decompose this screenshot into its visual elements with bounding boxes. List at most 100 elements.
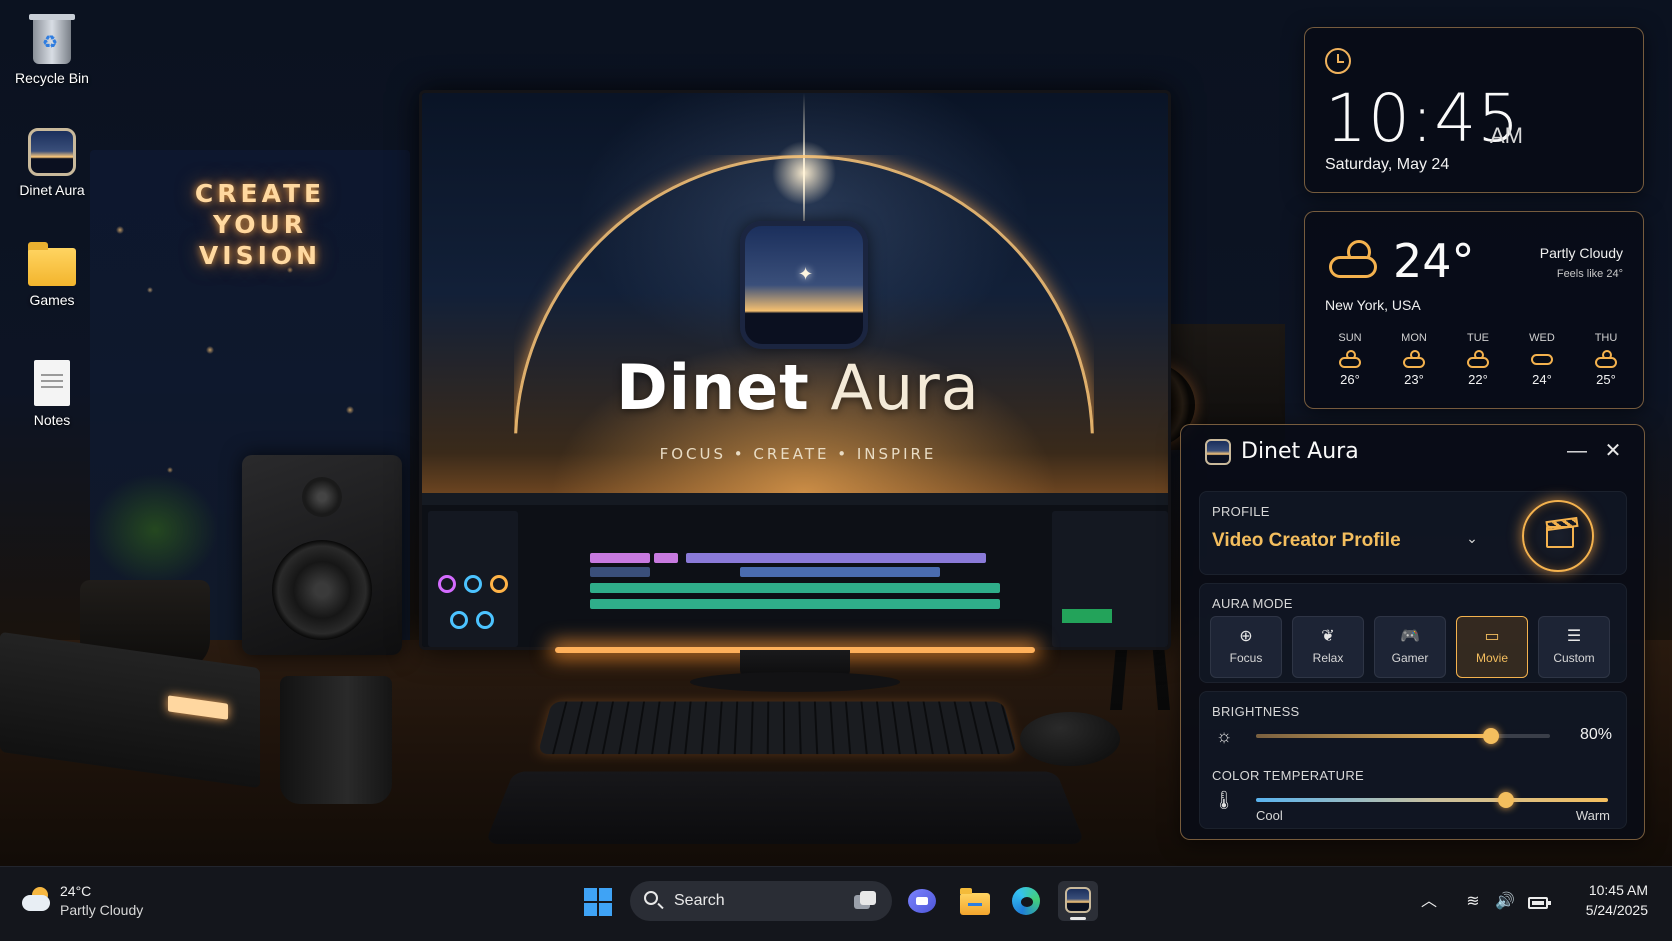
coffee-mug xyxy=(280,676,392,804)
weather-temp: 24° xyxy=(1393,234,1475,288)
brightness-slider-row: ☼ 80% xyxy=(1212,724,1612,748)
profile-ring-button[interactable] xyxy=(1522,500,1594,572)
notes-file-icon xyxy=(34,360,70,406)
forecast-day-label: MON xyxy=(1389,332,1439,344)
display-sliders-section: BRIGHTNESS ☼ 80% COLOR TEMPERATURE 🌡 Coo… xyxy=(1199,691,1627,829)
warm-label: Warm xyxy=(1576,808,1610,823)
cloudy-icon xyxy=(1530,350,1554,368)
mode-label: Custom xyxy=(1539,651,1609,665)
forecast-day-label: SUN xyxy=(1325,332,1375,344)
brightness-slider-thumb[interactable] xyxy=(1483,728,1499,744)
forecast-day-label: TUE xyxy=(1453,332,1503,344)
profile-section: PROFILE Video Creator Profile ⌄ xyxy=(1199,491,1627,575)
forecast-day: SUN 26° xyxy=(1325,332,1375,387)
mouse xyxy=(1020,712,1120,766)
monitor: ✦ Dinet Aura FOCUS • CREATE • INSPIRE xyxy=(419,90,1171,650)
forecast-day: MON 23° xyxy=(1389,332,1439,387)
file-explorer-icon[interactable] xyxy=(954,881,994,921)
clock-widget[interactable]: 10:45 AM Saturday, May 24 xyxy=(1304,27,1644,193)
forecast-day-label: WED xyxy=(1517,332,1567,344)
task-view-icon[interactable] xyxy=(854,891,878,911)
monitor-tagline: FOCUS • CREATE • INSPIRE xyxy=(422,445,1171,463)
keyboard xyxy=(538,701,1018,754)
desktop-icon-games[interactable]: Games xyxy=(8,242,96,308)
focus-icon: ⊕ xyxy=(1211,627,1281,647)
mode-relax-button[interactable]: ❦ Relax xyxy=(1292,616,1364,678)
dinet-aura-taskbar-icon[interactable] xyxy=(1058,881,1098,921)
forecast-temp: 25° xyxy=(1581,372,1631,387)
minimize-button[interactable]: — xyxy=(1562,437,1592,465)
mode-movie-button[interactable]: ▭ Movie xyxy=(1456,616,1528,678)
mode-custom-button[interactable]: ☰ Custom xyxy=(1538,616,1610,678)
video-editor-screen xyxy=(422,493,1171,650)
weather-widget[interactable]: 24° Partly Cloudy Feels like 24° New Yor… xyxy=(1304,211,1644,409)
chevron-down-icon[interactable]: ⌄ xyxy=(1462,528,1482,548)
mode-gamer-button[interactable]: 🎮 Gamer xyxy=(1374,616,1446,678)
taskbar-search[interactable]: Search xyxy=(630,881,892,921)
edge-browser-icon[interactable] xyxy=(1006,881,1046,921)
taskbar-weather-icon[interactable] xyxy=(22,885,52,915)
close-button[interactable]: ✕ xyxy=(1598,437,1628,465)
forecast-day: THU 25° xyxy=(1581,332,1631,387)
neon-sign: CREATE YOUR VISION xyxy=(190,178,330,271)
clock-ampm: AM xyxy=(1490,123,1523,149)
forecast-temp: 23° xyxy=(1389,372,1439,387)
battery-icon[interactable] xyxy=(1528,897,1548,909)
drawing-tablet xyxy=(485,772,1085,844)
cool-label: Cool xyxy=(1256,808,1283,823)
taskbar: 24°C Partly Cloudy Search ︿ ≋ 🔊 10:45 AM… xyxy=(0,866,1672,941)
desktop-icon-recycle-bin[interactable]: ♻ Recycle Bin xyxy=(8,18,96,86)
mode-label: Relax xyxy=(1293,651,1363,665)
weather-location: New York, USA xyxy=(1325,297,1421,313)
start-button[interactable] xyxy=(584,888,612,916)
desktop-icon-notes[interactable]: Notes xyxy=(8,360,96,428)
dinet-aura-panel: Dinet Aura — ✕ PROFILE Video Creator Pro… xyxy=(1180,424,1645,840)
weather-feels-like: Feels like 24° xyxy=(1557,268,1623,280)
mode-focus-button[interactable]: ⊕ Focus xyxy=(1210,616,1282,678)
mode-label: Movie xyxy=(1457,651,1527,665)
forecast-day: WED 24° xyxy=(1517,332,1567,387)
partly-cloudy-icon xyxy=(1338,350,1362,368)
desktop-icon-label: Games xyxy=(8,292,96,308)
taskbar-date[interactable]: 5/24/2025 xyxy=(1586,902,1648,918)
desktop-icon-dinet-aura[interactable]: Dinet Aura xyxy=(8,128,96,198)
forecast-temp: 26° xyxy=(1325,372,1375,387)
volume-icon[interactable]: 🔊 xyxy=(1492,891,1518,913)
forecast-day: TUE 22° xyxy=(1453,332,1503,387)
aura-panel-title: Dinet Aura xyxy=(1241,439,1359,464)
recycle-bin-icon: ♻ xyxy=(33,18,71,64)
taskbar-weather-condition[interactable]: Partly Cloudy xyxy=(60,902,143,918)
monitor-stand-base xyxy=(690,672,900,692)
chat-app-icon[interactable] xyxy=(902,881,942,921)
partly-cloudy-icon xyxy=(1466,350,1490,368)
speaker xyxy=(242,455,402,655)
taskbar-time[interactable]: 10:45 AM xyxy=(1589,882,1648,898)
gamepad-icon: 🎮 xyxy=(1375,627,1445,647)
desktop-icon-label: Recycle Bin xyxy=(8,70,96,86)
weather-condition: Partly Cloudy xyxy=(1540,245,1623,261)
aura-mode-label: AURA MODE xyxy=(1212,596,1293,611)
color-temp-label: COLOR TEMPERATURE xyxy=(1212,768,1364,783)
leaf-icon: ❦ xyxy=(1293,627,1363,647)
brightness-label: BRIGHTNESS xyxy=(1212,704,1300,719)
desktop: CREATE YOUR VISION ✦ Dinet Aura FOCUS • … xyxy=(0,0,1672,866)
profile-dropdown[interactable]: Video Creator Profile xyxy=(1212,530,1401,552)
profile-label: PROFILE xyxy=(1212,504,1270,519)
wifi-icon[interactable]: ≋ xyxy=(1460,891,1486,913)
mode-label: Gamer xyxy=(1375,651,1445,665)
chevron-up-icon[interactable]: ︿ xyxy=(1416,891,1442,913)
mode-label: Focus xyxy=(1211,651,1281,665)
search-icon xyxy=(644,891,658,905)
brightness-slider[interactable] xyxy=(1256,734,1550,738)
desktop-icon-label: Notes xyxy=(8,412,96,428)
thermometer-icon: 🌡 xyxy=(1212,788,1236,812)
monitor-brand: Dinet Aura xyxy=(422,351,1171,424)
folder-icon xyxy=(28,248,76,286)
color-temp-slider-thumb[interactable] xyxy=(1498,792,1514,808)
monitor-icon: ▭ xyxy=(1457,627,1527,647)
search-placeholder: Search xyxy=(674,892,725,910)
color-temp-slider[interactable] xyxy=(1256,798,1608,802)
taskbar-weather-temp[interactable]: 24°C xyxy=(60,883,91,899)
desktop-icon-label: Dinet Aura xyxy=(8,182,96,198)
sun-icon: ☼ xyxy=(1212,724,1236,748)
